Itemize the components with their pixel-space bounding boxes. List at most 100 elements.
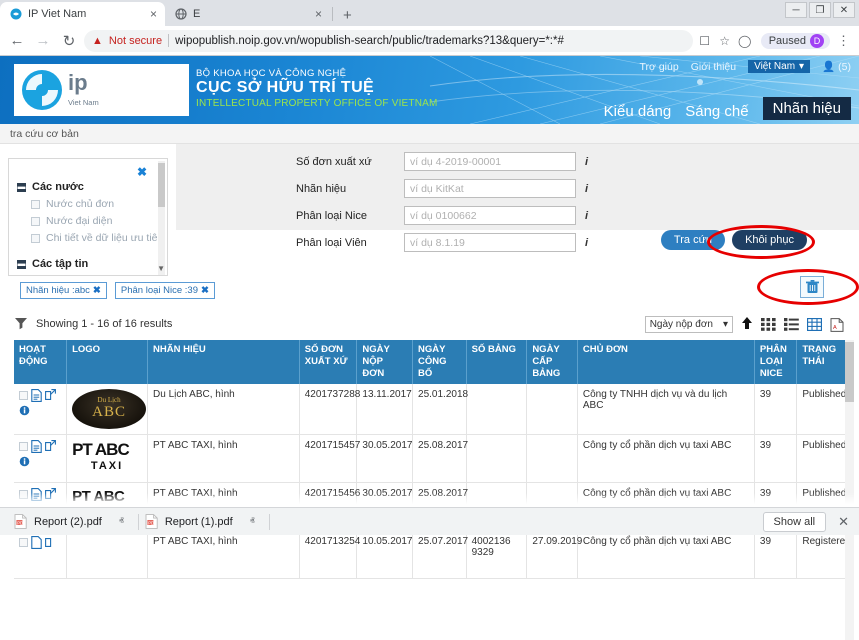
download-item-report-2[interactable]: PDF Report (2).pdf ⱏ [8, 514, 138, 529]
column-header-logo[interactable]: LOGO [66, 340, 149, 384]
row-filingdate-cell: 30.05.2017 [356, 434, 414, 483]
results-table: HOẠT ĐỘNG LOGO NHÃN HIỆU SỐ ĐƠN XUẤT XỨ … [14, 340, 851, 579]
row-checkbox[interactable] [19, 441, 28, 451]
nav-item-nhan-hieu[interactable]: Nhãn hiệu [762, 97, 851, 120]
info-icon[interactable]: i [585, 183, 588, 195]
window-controls: ─ ❐ ✕ [785, 2, 855, 18]
download-item-report-1[interactable]: PDF Report (1).pdf ⱏ [139, 514, 269, 529]
so-don-xuat-xu-input[interactable] [404, 152, 576, 171]
table-row[interactable]: Du Lịch ABC Du Lịch ABC, hình 4201737288… [14, 383, 846, 435]
row-checkbox[interactable] [19, 537, 28, 547]
help-link[interactable]: Trợ giúp [640, 61, 679, 73]
row-checkbox[interactable] [19, 390, 28, 400]
table-row[interactable]: PT ABC TAXI, hình 4201713254 10.05.2017 … [14, 530, 851, 579]
close-icon[interactable]: ✕ [838, 514, 849, 530]
phan-loai-vien-input[interactable] [404, 233, 576, 252]
breadcrumb-label: tra cứu cơ bản [10, 127, 79, 140]
list-view-button[interactable] [784, 317, 799, 331]
restore-icon[interactable]: ❐ [809, 2, 831, 18]
browser-tab-active[interactable]: IP Viet Nam × [0, 2, 165, 26]
close-icon[interactable]: × [150, 7, 157, 21]
profile-status-chip[interactable]: Paused D [760, 32, 830, 49]
close-icon[interactable]: ✖ [137, 165, 147, 179]
column-header-so-don-xuat-xu[interactable]: SỐ ĐƠN XUẤT XỨ [299, 340, 358, 384]
row-logo-cell [66, 530, 149, 579]
sort-direction-button[interactable] [741, 316, 753, 333]
column-header-so-bang[interactable]: SỐ BẢNG [466, 340, 528, 384]
close-icon[interactable]: × [315, 7, 322, 21]
column-header-ngay-cong-bo[interactable]: NGÀY CÔNG BỐ [412, 340, 467, 384]
filter-chip-nhan-hieu[interactable]: Nhãn hiệu :abc ✖ [20, 282, 107, 299]
column-header-phan-loai-nice[interactable]: PHÂN LOẠI NICE [754, 340, 798, 384]
search-button[interactable]: Tra cứu [660, 230, 726, 250]
chevron-up-icon[interactable]: ⱏ [250, 516, 255, 527]
facet-option-chi-tiet-uu-tien[interactable]: Chi tiết về dữ liệu ưu tiên [17, 232, 167, 244]
chevron-up-icon[interactable]: ⱏ [119, 516, 124, 527]
facet-option-nuoc-dai-dien[interactable]: Nước đại diện [17, 215, 167, 227]
sort-select[interactable]: Ngày nộp đơn ▾ [644, 315, 733, 333]
nav-item-sang-che[interactable]: Sáng chế [685, 103, 748, 120]
facet-option-nuoc-chu-don[interactable]: Nước chủ đơn [17, 198, 167, 210]
facet-group-header[interactable]: ▬ Các nước [17, 181, 167, 193]
chip-remove-icon[interactable]: ✖ [201, 285, 209, 296]
new-tab-button[interactable]: + [335, 7, 360, 26]
page-scrollbar-thumb[interactable] [845, 342, 854, 402]
checkbox-icon[interactable] [31, 216, 40, 226]
column-header-nhan-hieu[interactable]: NHÃN HIỆU [147, 340, 300, 384]
checkbox-icon[interactable] [31, 233, 40, 243]
column-header-trang-thai[interactable]: TRẠNG THÁI [796, 340, 846, 384]
nav-item-kieu-dang[interactable]: Kiểu dáng [604, 103, 672, 120]
info-icon[interactable]: i [585, 210, 588, 222]
pdf-export-icon: A [830, 317, 844, 332]
table-view-button[interactable] [806, 317, 823, 331]
extension-icon[interactable]: ◯ [737, 34, 753, 48]
chrome-menu-icon[interactable]: ⋮ [834, 33, 853, 49]
column-header-ngay-cap-bang[interactable]: NGÀY CẤP BẢNG [526, 340, 578, 384]
checkbox-icon[interactable] [31, 199, 40, 209]
nhan-hieu-input[interactable] [404, 179, 576, 198]
info-icon[interactable]: i [585, 156, 588, 168]
sidebar-scrollbar-thumb[interactable] [158, 163, 165, 207]
facet-option-ma-trang-thai[interactable]: Mã trạng thái [17, 275, 167, 276]
bookmark-star-icon[interactable]: ☆ [717, 34, 733, 48]
facet-option-label: Nước đại diện [46, 215, 113, 227]
row-status-cell: Published [796, 383, 846, 435]
chevron-down-icon[interactable]: ▼ [157, 264, 165, 273]
row-logo-cell: Du Lịch ABC [66, 383, 149, 435]
column-header-chu-don[interactable]: CHỦ ĐƠN [577, 340, 755, 384]
info-icon[interactable]: i [585, 237, 588, 249]
browser-tab-title: IP Viet Nam [28, 8, 87, 20]
avatar: D [810, 33, 824, 48]
row-status-cell: Registered [796, 530, 851, 579]
column-header-ngay-nop-don[interactable]: NGÀY NỘP ĐƠN [356, 340, 414, 384]
forward-icon[interactable]: → [32, 32, 54, 49]
delete-selected-button[interactable] [800, 276, 824, 298]
phan-loai-nice-input[interactable] [404, 206, 576, 225]
show-all-downloads-button[interactable]: Show all [762, 511, 827, 532]
reset-button[interactable]: Khôi phục [732, 230, 807, 250]
filter-funnel-icon[interactable] [14, 316, 28, 333]
row-actions-cell [14, 383, 68, 435]
window-close-icon[interactable]: ✕ [833, 2, 855, 18]
browser-toolbar: ← → ↻ ▲ Not secure wipopublish.noip.gov.… [0, 26, 859, 56]
table-row[interactable]: PT ABC TAXI PT ABC TAXI, hình 4201715457… [14, 434, 846, 483]
back-icon[interactable]: ← [6, 32, 28, 49]
results-toolbar: Showing 1 - 16 of 16 results Ngày nộp đơ… [0, 312, 859, 336]
language-label: Việt Nam [754, 61, 796, 72]
user-count[interactable]: 👤 (5) [822, 60, 851, 74]
minimize-icon[interactable]: ─ [785, 2, 807, 18]
address-bar[interactable]: ▲ Not secure wipopublish.noip.gov.vn/wop… [84, 29, 693, 52]
column-header-hoat-dong[interactable]: HOẠT ĐỘNG [14, 340, 68, 384]
grid-view-button[interactable] [761, 317, 776, 331]
chip-remove-icon[interactable]: ✖ [93, 285, 101, 296]
browser-tab-inactive[interactable]: E × [165, 2, 330, 26]
facet-group-header[interactable]: ▬ Các tập tin [17, 258, 167, 270]
document-icon [31, 439, 42, 453]
pdf-export-button[interactable]: A [830, 317, 845, 332]
reload-icon[interactable]: ↻ [58, 32, 80, 50]
facet-option-label: Chi tiết về dữ liệu ưu tiên [46, 232, 164, 244]
language-selector[interactable]: Việt Nam ▾ [748, 60, 811, 73]
translate-icon[interactable]: ☐ [697, 34, 713, 48]
filter-chip-phan-loai-nice[interactable]: Phân loại Nice :39 ✖ [114, 282, 215, 299]
about-link[interactable]: Giới thiệu [691, 61, 736, 73]
